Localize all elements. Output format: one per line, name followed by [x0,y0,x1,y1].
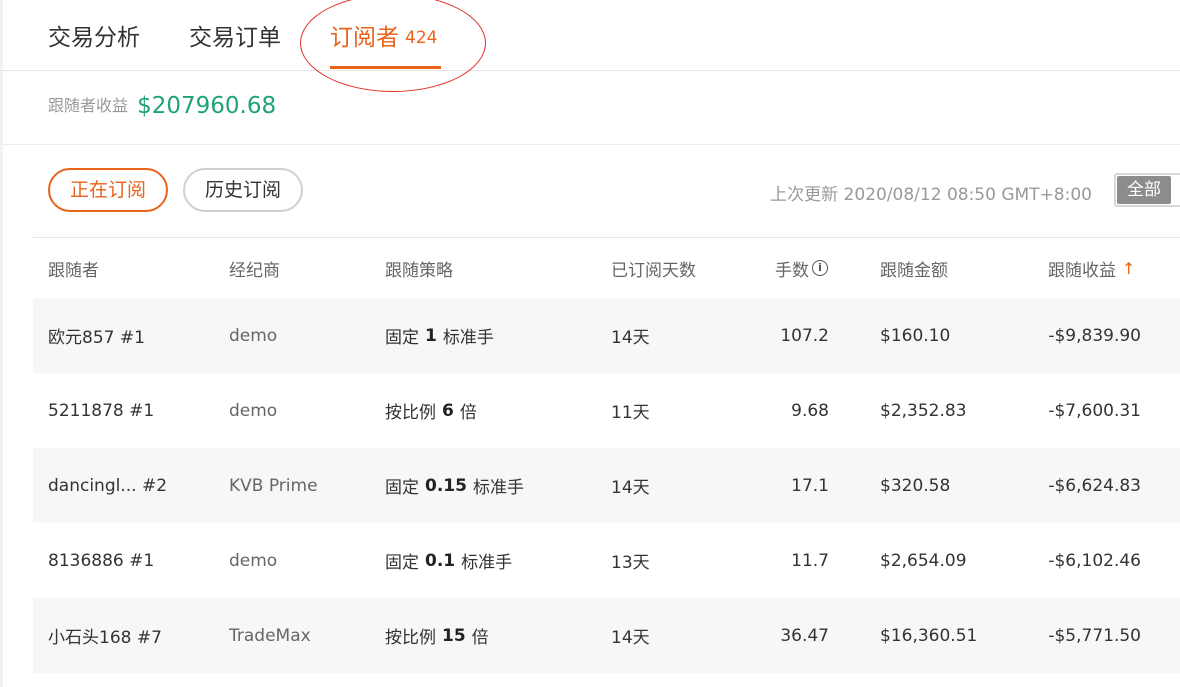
strategy-value: 1 [425,325,437,346]
follow-amount: $2,352.83 [880,400,967,421]
strategy-unit: 倍 [459,403,477,423]
header-follower[interactable]: 跟随者 [48,238,99,298]
strategy: 按比例 6 倍 [385,373,477,448]
header-broker[interactable]: 经纪商 [229,238,280,298]
follower-name: dancingl... #2 [48,475,168,496]
strategy-value: 0.15 [425,475,467,496]
header-lots[interactable]: 手数 i [775,238,828,298]
follow-amount: $320.58 [880,475,951,496]
header-days[interactable]: 已订阅天数 [611,238,696,298]
follower-name: 5211878 #1 [48,400,155,421]
table-header: 跟随者 经纪商 跟随策略 已订阅天数 手数 i 跟随金额 跟随收益 ↑ [33,238,1180,298]
strategy: 按比例 15 倍 [385,598,489,673]
follower-name: 8136886 #1 [48,550,155,571]
header-profit[interactable]: 跟随收益 ↑ [1048,238,1135,298]
active-subscriptions-button[interactable]: 正在订阅 [48,168,168,212]
strategy-mode: 按比例 [385,403,436,423]
table-row[interactable]: 8136886 #1 demo 固定 0.1 标准手 13天 11.7 $2,654… [33,523,1180,598]
broker-name: demo [229,325,278,346]
strategy: 固定 0.15 标准手 [385,448,524,523]
follow-profit: -$6,102.46 [1048,550,1141,571]
strategy: 固定 0.1 标准手 [385,523,512,598]
header-profit-label: 跟随收益 [1048,260,1116,281]
strategy-mode: 固定 [385,478,419,498]
strategy-mode: 固定 [385,328,419,348]
follow-profit: -$5,771.50 [1048,625,1141,646]
header-strategy[interactable]: 跟随策略 [385,238,453,298]
broker-name: TradeMax [229,625,311,646]
follow-profit: -$6,624.83 [1048,475,1141,496]
filter-all-button[interactable]: 全部 [1117,176,1171,204]
follower-name: 小石头168 #7 [48,628,162,648]
lots-value: 11.7 [791,550,829,571]
follower-earnings: 跟随者收益 $207960.68 [48,92,276,119]
follow-amount: $16,360.51 [880,625,978,646]
strategy: 固定 1 标准手 [385,298,494,373]
tab-trade-analysis[interactable]: 交易分析 [48,18,140,52]
section-divider [0,144,1180,145]
strategy-value: 15 [442,625,466,646]
info-icon[interactable]: i [812,260,828,276]
table-row[interactable]: dancingl... #2 KVB Prime 固定 0.15 标准手 14天 1… [33,448,1180,523]
subscribed-days: 14天 [611,328,650,348]
lots-value: 107.2 [780,325,829,346]
strategy-mode: 按比例 [385,628,436,648]
follow-amount: $160.10 [880,325,951,346]
follow-profit: -$7,600.31 [1048,400,1141,421]
strategy-mode: 固定 [385,553,419,573]
broker-name: KVB Prime [229,475,318,496]
subscribed-days: 14天 [611,628,650,648]
header-lots-label: 手数 [775,260,809,281]
broker-name: demo [229,550,278,571]
subscribers-table: 跟随者 经纪商 跟随策略 已订阅天数 手数 i 跟随金额 跟随收益 ↑ 欧元857 … [33,237,1180,673]
earnings-value: $207960.68 [137,93,277,119]
strategy-unit: 标准手 [442,328,494,348]
table-row[interactable]: 小石头168 #7 TradeMax 按比例 15 倍 14天 36.47 $16,… [33,598,1180,673]
subscribed-days: 13天 [611,553,650,573]
subscriber-count-badge: 424 [405,28,438,48]
left-border [0,0,3,687]
earnings-label: 跟随者收益 [48,96,129,115]
follow-amount: $2,654.09 [880,550,967,571]
tab-trade-orders[interactable]: 交易订单 [189,18,281,52]
strategy-value: 6 [442,400,454,421]
strategy-value: 0.1 [425,550,456,571]
lots-value: 9.68 [791,400,829,421]
follow-profit: -$9,839.90 [1048,325,1141,346]
tab-subscribers-label: 订阅者 [330,25,399,51]
subscribed-days: 14天 [611,478,650,498]
tab-bar: 交易分析 交易订单 订阅者 424 [0,0,1180,71]
subscribed-days: 11天 [611,403,650,423]
last-update-text: 上次更新 2020/08/12 08:50 GMT+8:00 [770,185,1092,205]
lots-value: 36.47 [780,625,829,646]
header-amount[interactable]: 跟随金额 [880,238,948,298]
lots-value: 17.1 [791,475,829,496]
strategy-unit: 倍 [471,628,489,648]
active-tab-underline [330,66,441,69]
strategy-unit: 标准手 [461,553,513,573]
tab-subscribers[interactable]: 订阅者 424 [330,18,437,52]
table-row[interactable]: 欧元857 #1 demo 固定 1 标准手 14天 107.2 $160.10 -… [33,298,1180,373]
strategy-unit: 标准手 [472,478,524,498]
history-subscriptions-button[interactable]: 历史订阅 [183,168,303,212]
sort-arrow-up-icon[interactable]: ↑ [1122,259,1135,278]
table-row[interactable]: 5211878 #1 demo 按比例 6 倍 11天 9.68 $2,352.83… [33,373,1180,448]
broker-name: demo [229,400,278,421]
follower-name: 欧元857 #1 [48,328,145,348]
